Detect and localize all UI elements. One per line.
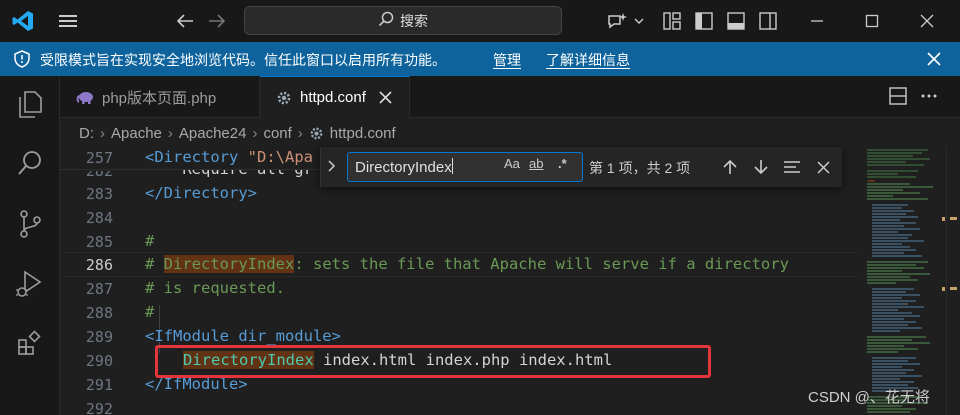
toggle-primary-sidebar-icon[interactable]	[693, 9, 715, 33]
arrow-up-icon[interactable]	[718, 155, 742, 179]
line-number: 286	[85, 256, 113, 274]
close-find-icon[interactable]	[811, 155, 835, 179]
search-label: 搜索	[400, 12, 428, 29]
line-number: 289	[85, 328, 113, 346]
tab-httpd-conf[interactable]: httpd.conf	[260, 76, 410, 118]
line-number: 287	[85, 280, 113, 298]
chevron-right-icon: ›	[252, 124, 258, 142]
code-line: # is requested.	[145, 279, 285, 297]
source-control-icon[interactable]	[14, 208, 46, 240]
editor-tab-bar: php版本页面.php httpd.conf	[60, 76, 960, 118]
restricted-mode-banner: 受限模式旨在实现安全地浏览代码。信任此窗口以启用所有功能。 管理 了解详细信息	[0, 42, 960, 76]
maximize-icon[interactable]	[860, 9, 884, 33]
chevron-down-icon[interactable]	[632, 14, 646, 28]
banner-message: 受限模式旨在实现安全地浏览代码。信任此窗口以启用所有功能。	[40, 52, 446, 68]
find-result-count: 第 1 项，共 2 项	[589, 160, 691, 176]
whole-word-toggle[interactable]: ab	[529, 156, 543, 171]
customize-layout-icon[interactable]	[661, 9, 683, 33]
find-in-selection-icon[interactable]	[780, 155, 804, 179]
manage-link[interactable]: 管理	[493, 50, 521, 70]
arrow-down-icon[interactable]	[749, 155, 773, 179]
vscode-logo-icon[interactable]	[10, 9, 36, 33]
learn-more-link[interactable]: 了解详细信息	[546, 50, 630, 70]
regex-toggle[interactable]: .*	[558, 156, 567, 171]
gear-icon	[276, 90, 292, 106]
close-window-icon[interactable]	[915, 9, 939, 33]
toggle-panel-icon[interactable]	[725, 9, 747, 33]
watermark: CSDN @、花无将	[808, 389, 930, 406]
title-bar: 搜索	[0, 0, 960, 42]
annotation-highlight-box	[155, 345, 711, 378]
breadcrumb: D: › Apache › Apache24 › conf › httpd.co…	[60, 119, 960, 147]
search-icon	[378, 11, 394, 30]
line-number: 257	[85, 149, 113, 167]
breadcrumb-file[interactable]: httpd.conf	[330, 125, 396, 142]
vertical-scrollbar[interactable]	[946, 147, 960, 415]
code-line: Require all gr	[145, 169, 313, 178]
shield-icon	[13, 50, 31, 71]
more-actions-icon[interactable]	[920, 87, 938, 105]
toggle-secondary-sidebar-icon[interactable]	[757, 9, 779, 33]
search-view-icon[interactable]	[14, 147, 46, 179]
scrollbar-match-marker	[950, 217, 957, 220]
scrollbar-match-marker	[950, 287, 957, 290]
breadcrumb-conf[interactable]: conf	[263, 125, 291, 142]
line-number: 290	[85, 352, 113, 370]
tab-label: httpd.conf	[300, 89, 366, 106]
chevron-right-icon: ›	[100, 124, 105, 142]
chevron-right-icon: ›	[297, 124, 303, 142]
match-case-toggle[interactable]: Aa	[504, 156, 520, 171]
toggle-replace-chevron-icon[interactable]	[327, 160, 337, 172]
activity-bar	[0, 76, 60, 415]
search-match-highlight: DirectoryIndex	[163, 255, 295, 273]
tab-php-page[interactable]: php版本页面.php	[60, 76, 260, 118]
minimap[interactable]	[858, 147, 946, 415]
line-number: 283	[85, 185, 113, 203]
code-line: #	[145, 303, 155, 321]
chevron-right-icon: ›	[167, 124, 173, 142]
text-cursor	[451, 158, 453, 174]
code-line: </Directory>	[145, 184, 257, 202]
code-line: # DirectoryIndex: sets the file that Apa…	[145, 255, 789, 273]
line-number: 291	[85, 376, 113, 394]
line-number: 282	[85, 171, 113, 180]
code-line: #	[145, 232, 155, 250]
line-number: 284	[85, 209, 113, 227]
line-number: 285	[85, 233, 113, 251]
close-banner-icon[interactable]	[926, 51, 942, 70]
minimize-icon[interactable]	[805, 9, 829, 33]
line-number: 292	[85, 400, 113, 415]
code-line: <IfModule dir_module>	[145, 327, 341, 345]
copilot-icon[interactable]	[604, 9, 630, 33]
explorer-icon[interactable]	[14, 88, 46, 120]
split-editor-icon[interactable]	[889, 87, 907, 105]
command-search-box[interactable]: 搜索	[244, 6, 562, 35]
gear-icon	[309, 126, 324, 141]
find-input[interactable]: DirectoryIndex	[347, 152, 583, 182]
breadcrumb-apache24[interactable]: Apache24	[179, 125, 247, 142]
find-widget: DirectoryIndex Aa ab .* 第 1 项，共 2 项	[320, 147, 842, 187]
tab-label: php版本页面.php	[102, 89, 217, 107]
find-query: DirectoryIndex	[355, 159, 452, 176]
line-number: 288	[85, 304, 113, 322]
close-tab-icon[interactable]	[379, 91, 392, 104]
sticky-scroll-shadow	[60, 169, 320, 170]
forward-arrow-icon[interactable]	[205, 10, 229, 32]
menu-icon[interactable]	[56, 10, 80, 32]
run-and-debug-icon[interactable]	[14, 268, 46, 300]
back-arrow-icon[interactable]	[173, 10, 197, 32]
code-line: <Directory "D:\Apa	[145, 148, 313, 166]
breadcrumb-apache[interactable]: Apache	[111, 125, 162, 142]
php-elephant-icon	[76, 90, 94, 104]
extensions-icon[interactable]	[14, 328, 46, 360]
breadcrumb-drive[interactable]: D:	[79, 125, 94, 142]
